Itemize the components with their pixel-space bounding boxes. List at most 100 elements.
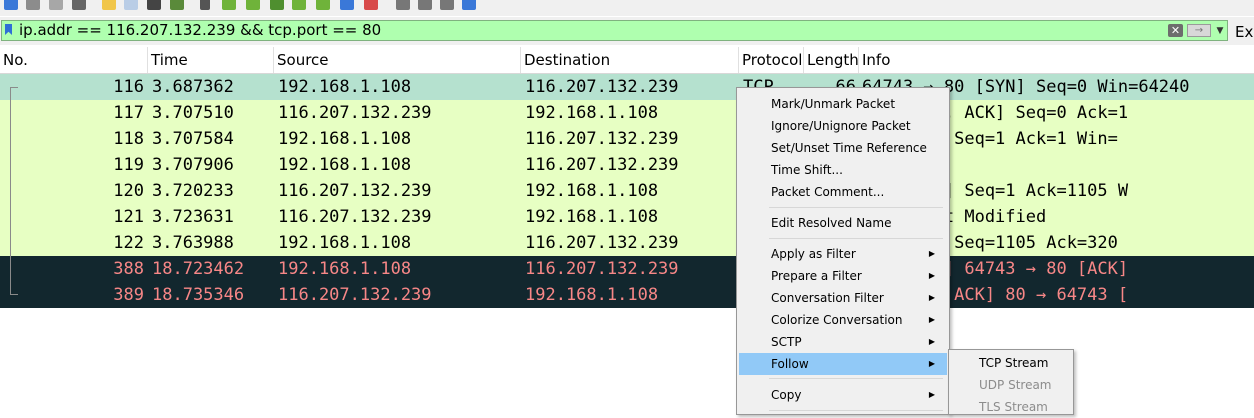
first-packet-icon[interactable]	[292, 0, 306, 10]
find-icon[interactable]	[200, 0, 210, 10]
packet-row[interactable]: 118 3.707584 192.168.1.108 116.207.132.239 8…	[0, 126, 1254, 152]
menu-item-conversation-filter[interactable]: Conversation Filter ▶	[739, 287, 947, 309]
packet-no-cell: 388	[113, 259, 144, 279]
menu-item-time-shift[interactable]: Time Shift...	[739, 159, 947, 181]
shark-fin-icon[interactable]	[4, 0, 18, 10]
go-back-icon[interactable]	[222, 0, 236, 10]
column-header-length[interactable]: Length	[804, 47, 859, 73]
expression-button[interactable]: Ex	[1235, 23, 1253, 41]
menu-item-label: Time Shift...	[771, 163, 843, 177]
stop-icon[interactable]	[26, 0, 40, 10]
filter-text[interactable]: ip.addr == 116.207.132.239 && tcp.port =…	[19, 22, 381, 39]
menu-item-sctp[interactable]: SCTP ▶	[739, 331, 947, 353]
save-file-icon[interactable]	[124, 0, 138, 10]
packet-destination-cell: 116.207.132.239	[525, 259, 679, 279]
menu-item-prepare-filter[interactable]: Prepare a Filter ▶	[739, 265, 947, 287]
zoom-in-icon[interactable]	[396, 0, 410, 10]
filter-bookmark-icon[interactable]	[5, 24, 12, 35]
packet-source-cell: 192.168.1.108	[278, 259, 412, 279]
zoom-out-icon[interactable]	[418, 0, 432, 10]
packet-source-cell: 116.207.132.239	[278, 181, 432, 201]
packet-row[interactable]: 121 3.723631 116.207.132.239 192.168.1.108 1…	[0, 204, 1254, 230]
submenu-arrow-icon: ▶	[928, 315, 935, 324]
zoom-normal-icon[interactable]	[440, 0, 454, 10]
packet-no-cell: 389	[113, 285, 144, 305]
autoscroll-icon[interactable]	[340, 0, 354, 10]
column-header-time[interactable]: Time	[148, 47, 274, 73]
packet-row[interactable]: 120 3.720233 116.207.132.239 192.168.1.108 7…	[0, 178, 1254, 204]
menu-item-label: SCTP	[771, 335, 802, 349]
packet-destination-cell: 116.207.132.239	[525, 77, 679, 97]
packet-source-cell: 116.207.132.239	[278, 207, 432, 227]
menu-item-copy[interactable]: Copy ▶	[739, 384, 947, 406]
packet-list-header: No. Time Source Destination Protocol Len…	[0, 47, 1254, 74]
packet-row[interactable]: 389 18.735346 116.207.132.239 192.168.1.108…	[0, 282, 1254, 308]
menu-item-apply-as-filter[interactable]: Apply as Filter ▶	[739, 243, 947, 265]
submenu-arrow-icon: ▶	[928, 293, 935, 302]
menu-separator	[769, 207, 943, 208]
menu-item-time-reference[interactable]: Set/Unset Time Reference	[739, 137, 947, 159]
related-packets-line	[10, 87, 11, 294]
menu-item-label: Apply as Filter	[771, 247, 856, 261]
menu-item-label: Conversation Filter	[771, 291, 884, 305]
packet-time-cell: 3.707906	[152, 155, 234, 175]
menu-item-follow[interactable]: Follow ▶	[739, 353, 947, 375]
submenu-arrow-icon: ▶	[928, 390, 935, 399]
resize-columns-icon[interactable]	[462, 0, 476, 10]
close-file-icon[interactable]	[147, 0, 161, 10]
submenu-arrow-icon: ▶	[928, 271, 935, 280]
packet-context-menu: Mark/Unmark Packet Ignore/Unignore Packe…	[736, 87, 950, 415]
packet-row[interactable]: 1163.687362192.168.1.108116.207.132.239T…	[0, 74, 1254, 100]
related-packets-line-start	[10, 87, 18, 88]
column-header-protocol[interactable]: Protocol	[739, 47, 804, 73]
menu-item-edit-resolved-name[interactable]: Edit Resolved Name	[739, 212, 947, 234]
menu-item-label: Mark/Unmark Packet	[771, 97, 896, 111]
go-to-packet-icon[interactable]	[270, 0, 284, 10]
packet-source-cell: 192.168.1.108	[278, 155, 412, 175]
packet-time-cell: 3.720233	[152, 181, 234, 201]
packet-time-cell: 18.723462	[152, 259, 245, 279]
clear-filter-icon[interactable]: ✕	[1168, 24, 1183, 37]
packet-no-cell: 118	[113, 129, 144, 149]
colorize-icon[interactable]	[364, 0, 378, 10]
submenu-item-label: UDP Stream	[979, 378, 1052, 392]
menu-item-ignore-packet[interactable]: Ignore/Unignore Packet	[739, 115, 947, 137]
main-toolbar	[0, 0, 1254, 16]
packet-row[interactable]: 122 3.763988 192.168.1.108 116.207.132.239 8…	[0, 230, 1254, 256]
filter-history-dropdown-icon[interactable]: ▼	[1215, 25, 1225, 37]
packet-no-cell: 116	[113, 77, 144, 97]
apply-filter-arrow-icon[interactable]: →	[1187, 24, 1211, 37]
menu-separator	[769, 378, 943, 379]
packet-time-cell: 3.723631	[152, 207, 234, 227]
display-filter-input[interactable]: ip.addr == 116.207.132.239 && tcp.port =…	[1, 20, 1228, 41]
packet-source-cell: 192.168.1.108	[278, 77, 412, 97]
packet-destination-cell: 116.207.132.239	[525, 233, 679, 253]
column-header-info[interactable]: Info	[859, 47, 1254, 73]
packet-no-cell: 121	[113, 207, 144, 227]
packet-row[interactable]: 119 3.707906 192.168.1.108 116.207.132.239 T…	[0, 152, 1254, 178]
menu-item-mark-packet[interactable]: Mark/Unmark Packet	[739, 93, 947, 115]
restart-icon[interactable]	[49, 0, 63, 10]
go-forward-icon[interactable]	[246, 0, 260, 10]
menu-item-label: Prepare a Filter	[771, 269, 862, 283]
reload-icon[interactable]	[170, 0, 184, 10]
packet-destination-cell: 116.207.132.239	[525, 129, 679, 149]
last-packet-icon[interactable]	[316, 0, 330, 10]
column-header-source[interactable]: Source	[274, 47, 521, 73]
packet-row[interactable]: 388 18.723462 192.168.1.108 116.207.132.239…	[0, 256, 1254, 282]
options-gear-icon[interactable]	[72, 0, 86, 10]
open-folder-icon[interactable]	[102, 0, 116, 10]
packet-row[interactable]: 117 3.707510 116.207.132.239 192.168.1.108 7…	[0, 100, 1254, 126]
packet-destination-cell: 192.168.1.108	[525, 285, 659, 305]
display-filter-bar: ip.addr == 116.207.132.239 && tcp.port =…	[0, 17, 1254, 45]
column-header-destination[interactable]: Destination	[521, 47, 739, 73]
menu-item-label: Copy	[771, 388, 802, 402]
follow-submenu: TCP Stream UDP Stream TLS Stream	[948, 349, 1074, 415]
column-header-no[interactable]: No.	[0, 47, 148, 73]
submenu-item-tcp-stream[interactable]: TCP Stream	[951, 352, 1071, 374]
menu-item-packet-comment[interactable]: Packet Comment...	[739, 181, 947, 203]
menu-item-colorize-conversation[interactable]: Colorize Conversation ▶	[739, 309, 947, 331]
packet-time-cell: 3.687362	[152, 77, 234, 97]
packet-time-cell: 3.707510	[152, 103, 234, 123]
packet-source-cell: 116.207.132.239	[278, 103, 432, 123]
